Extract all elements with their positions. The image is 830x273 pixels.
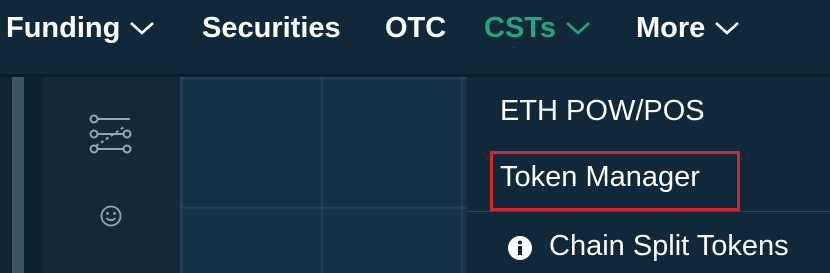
left-panel-edge <box>0 77 12 273</box>
nav-otc-label: OTC <box>385 11 447 44</box>
smiley-icon[interactable] <box>100 205 122 227</box>
menu-item-token-manager-label: Token Manager <box>500 161 700 193</box>
chevron-down-icon <box>130 22 155 35</box>
nav-funding-label: Funding <box>6 11 121 44</box>
chevron-down-icon <box>566 22 590 35</box>
chart-toolbar <box>42 77 181 273</box>
menu-item-chain-split-tokens-label: Chain Split Tokens <box>549 230 789 262</box>
chart-grid-area[interactable] <box>181 77 467 273</box>
nav-more-label: More <box>636 11 706 44</box>
menu-item-token-manager[interactable]: Token Manager <box>500 161 700 194</box>
menu-item-eth-pow-pos[interactable]: ETH POW/POS <box>500 95 705 128</box>
info-icon <box>508 236 532 260</box>
nav-more[interactable]: More <box>636 8 740 48</box>
menu-item-eth-pow-pos-label: ETH POW/POS <box>500 95 705 127</box>
nav-csts[interactable]: CSTs <box>484 8 591 48</box>
nav-securities-label: Securities <box>202 11 341 44</box>
top-nav-bar: Funding Securities OTC CSTs More <box>0 0 830 77</box>
left-panel-gap <box>24 77 42 273</box>
nav-otc[interactable]: OTC <box>385 8 446 48</box>
filter-settings-icon[interactable] <box>86 113 134 157</box>
menu-divider <box>467 211 830 212</box>
nav-csts-label: CSTs <box>484 11 556 44</box>
nav-securities[interactable]: Securities <box>202 8 341 48</box>
menu-item-chain-split-tokens[interactable]: Chain Split Tokens <box>549 230 789 263</box>
chevron-down-icon <box>715 22 740 35</box>
left-scrollbar[interactable] <box>12 77 24 273</box>
csts-dropdown-menu: ETH POW/POS Token Manager Chain Split To… <box>467 77 830 273</box>
nav-funding[interactable]: Funding <box>6 8 155 48</box>
